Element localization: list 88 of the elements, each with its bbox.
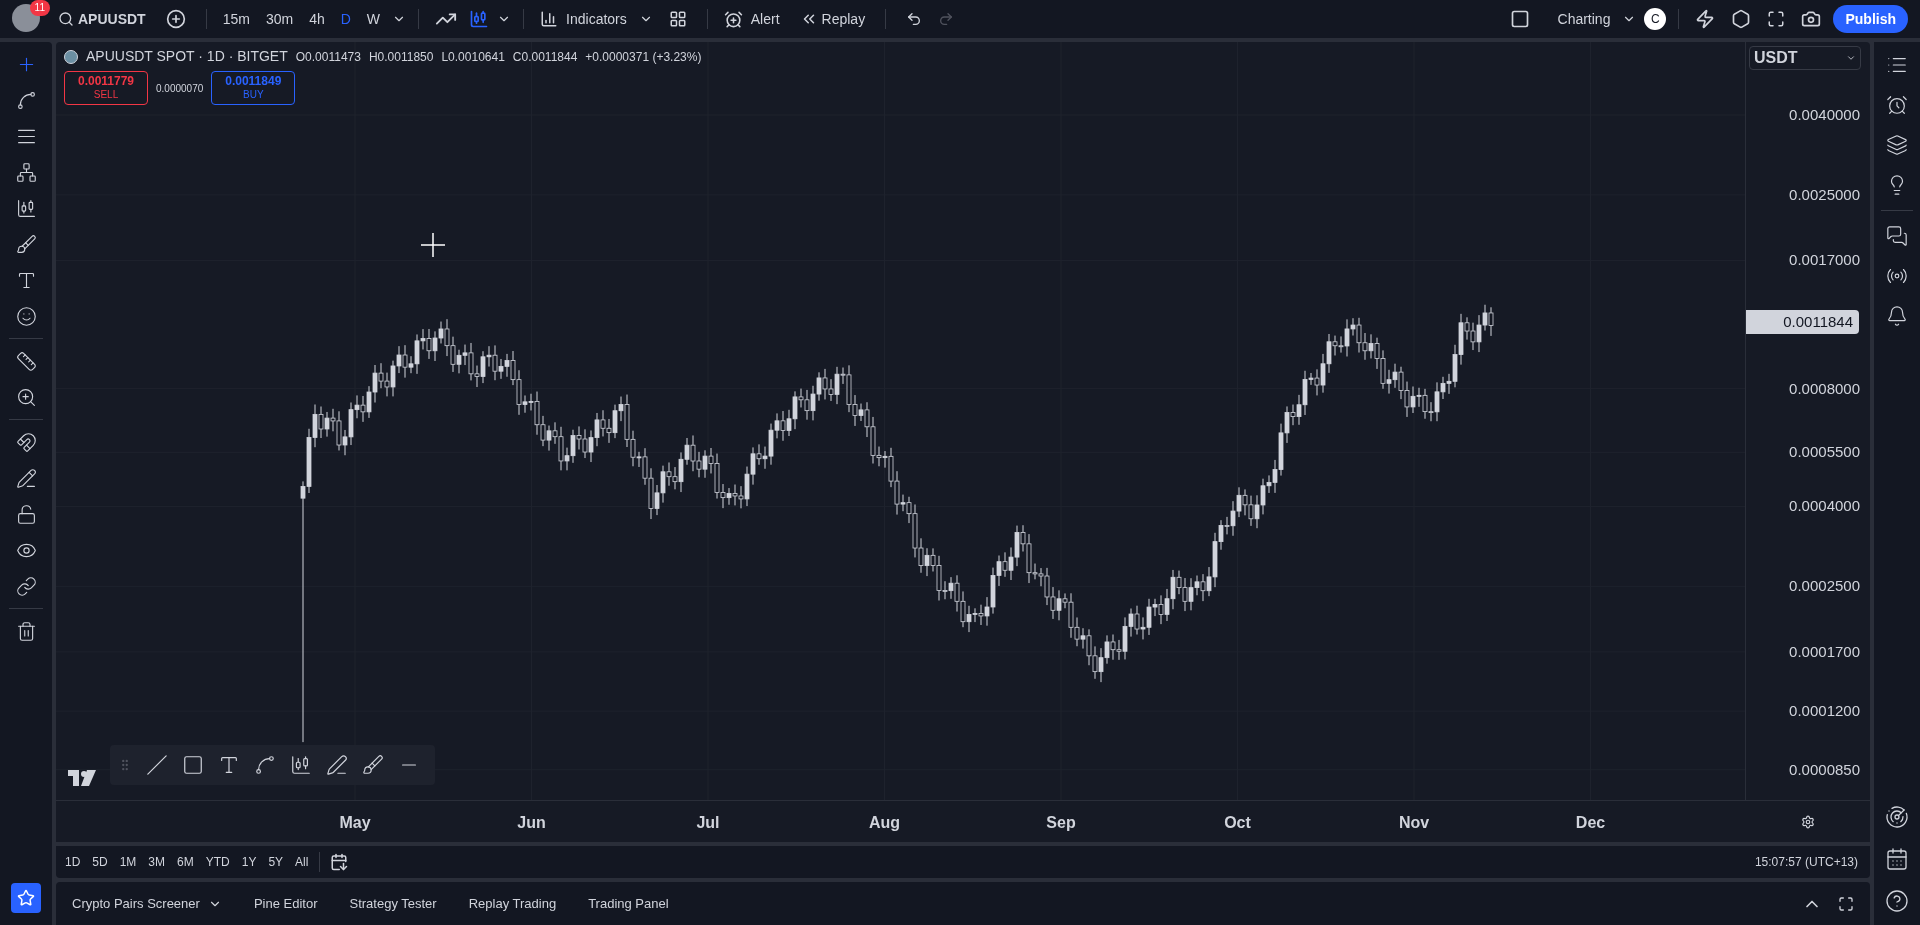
radar-icon[interactable] (1885, 805, 1909, 829)
chevron-down-icon (1846, 53, 1856, 63)
price-axis[interactable]: USDT 0.0040000 0.0025000 0.0017000 0.0008000 0.0005500 0.0004000 0.0002500 0.0001700 0.0001200 0.0000850 0.0011844 (1745, 42, 1870, 800)
replay-button[interactable]: Replay (791, 8, 874, 30)
buy-button[interactable]: 0.0011849 BUY (211, 71, 296, 105)
month-label: Oct (1224, 813, 1251, 833)
chart-symbol-title[interactable]: APUUSDT SPOT · 1D · BITGET (86, 46, 288, 67)
range-button[interactable]: 1D (64, 853, 82, 871)
maximize-icon[interactable] (1838, 895, 1854, 912)
undo-icon[interactable] (906, 11, 923, 27)
text-tool-icon[interactable] (218, 754, 240, 776)
pen-tool-icon[interactable] (326, 754, 348, 776)
interval-button[interactable]: W (362, 8, 385, 30)
price-label: 0.0000850 (1789, 760, 1860, 779)
calendar-icon[interactable] (1885, 847, 1909, 871)
price-label: 0.0008000 (1789, 379, 1860, 398)
price-label: 0.0001200 (1789, 702, 1860, 721)
logo-icon (68, 770, 96, 786)
fullscreen-icon[interactable] (1767, 10, 1786, 28)
price-label: 0.0017000 (1789, 251, 1860, 270)
range-button[interactable]: 1M (118, 853, 138, 871)
checkbox-icon[interactable] (1509, 9, 1530, 29)
bottom-panel-tab[interactable]: Pine Editor (253, 893, 318, 914)
price-label: 0.0002500 (1789, 577, 1860, 596)
bell-icon[interactable] (1886, 305, 1908, 327)
path-tool-icon[interactable] (254, 754, 276, 776)
line-tool-icon[interactable] (146, 754, 168, 776)
go-to-date-icon[interactable] (330, 853, 349, 871)
bottom-panel-tab[interactable]: Crypto Pairs Screener (72, 893, 200, 914)
last-price-badge: 0.0011844 (1746, 309, 1859, 334)
indicators-button[interactable]: Indicators (536, 8, 631, 30)
crosshair-cursor-icon (421, 233, 445, 257)
price-label: 0.0001700 (1789, 642, 1860, 661)
symbol-logo-icon (64, 49, 78, 64)
ohlc-value: H0.0011850 (368, 48, 434, 66)
clock-text[interactable]: 15:07:57 (UTC+13) (1754, 853, 1862, 871)
range-button[interactable]: 3M (147, 853, 167, 871)
ohlc-value: C0.0011844 (512, 48, 578, 66)
price-change: +0.0000371 (+3.23%) (585, 48, 702, 66)
layout-button[interactable]: Charting (1553, 8, 1615, 30)
camera-icon[interactable] (1801, 9, 1822, 29)
currency-dropdown[interactable]: USDT (1749, 46, 1861, 70)
ohlc-value: L0.0010641 (441, 48, 505, 66)
sell-button[interactable]: 0.0011779 SELL (64, 71, 148, 105)
ohlc-value: O0.0011473 (295, 48, 361, 66)
search-icon (58, 11, 74, 27)
price-label: 0.0025000 (1789, 185, 1860, 204)
interval-button[interactable]: 15m (218, 8, 254, 30)
range-button[interactable]: All (294, 853, 310, 871)
rectangle-tool-icon[interactable] (182, 754, 204, 776)
alarm-clock-icon[interactable] (1886, 94, 1908, 116)
spread-value: 0.0000070 (156, 81, 204, 96)
chat-icon[interactable] (1886, 225, 1908, 247)
candlestick-icon[interactable] (469, 9, 490, 29)
range-button[interactable]: YTD (204, 853, 231, 871)
price-label: 0.0004000 (1789, 497, 1860, 516)
month-label: Jul (696, 813, 720, 833)
notification-badge: 11 (29, 0, 50, 16)
layout-avatar[interactable]: C (1644, 8, 1667, 30)
price-label: 0.0005500 (1789, 443, 1860, 462)
range-button[interactable]: 1Y (240, 853, 258, 871)
layers-icon[interactable] (1886, 134, 1908, 156)
month-label: Dec (1575, 813, 1606, 833)
symbol-search-button[interactable]: APUUSDT (54, 8, 150, 30)
month-label: Nov (1398, 813, 1430, 833)
month-label: May (339, 813, 371, 833)
range-button[interactable]: 5Y (267, 853, 285, 871)
range-button[interactable]: 6M (176, 853, 195, 871)
price-label: 0.0040000 (1789, 106, 1860, 124)
help-icon[interactable] (1885, 889, 1909, 913)
layout-grid-icon[interactable] (668, 10, 687, 28)
interval-button[interactable]: 30m (261, 8, 298, 30)
bottom-panel-tab[interactable]: Trading Panel (588, 893, 669, 914)
publish-button[interactable]: Publish (1833, 5, 1908, 33)
brush-tool-icon[interactable] (362, 754, 384, 776)
alert-button[interactable]: Alert (719, 8, 784, 30)
month-label: Aug (868, 813, 901, 833)
bottom-panel-tab[interactable]: Replay Trading (468, 893, 557, 914)
bar-chart-icon (540, 10, 559, 28)
interval-button[interactable]: D (336, 8, 355, 30)
range-button[interactable]: 5D (91, 853, 109, 871)
month-label: Sep (1046, 813, 1076, 833)
bottom-panel-tab[interactable]: Strategy Tester (349, 893, 437, 914)
candlestick-tool-icon[interactable] (290, 754, 312, 776)
interval-button[interactable]: 4h (305, 8, 329, 30)
add-symbol-icon[interactable] (165, 9, 186, 29)
alarm-clock-icon (723, 9, 743, 29)
month-label: Jun (517, 813, 546, 833)
